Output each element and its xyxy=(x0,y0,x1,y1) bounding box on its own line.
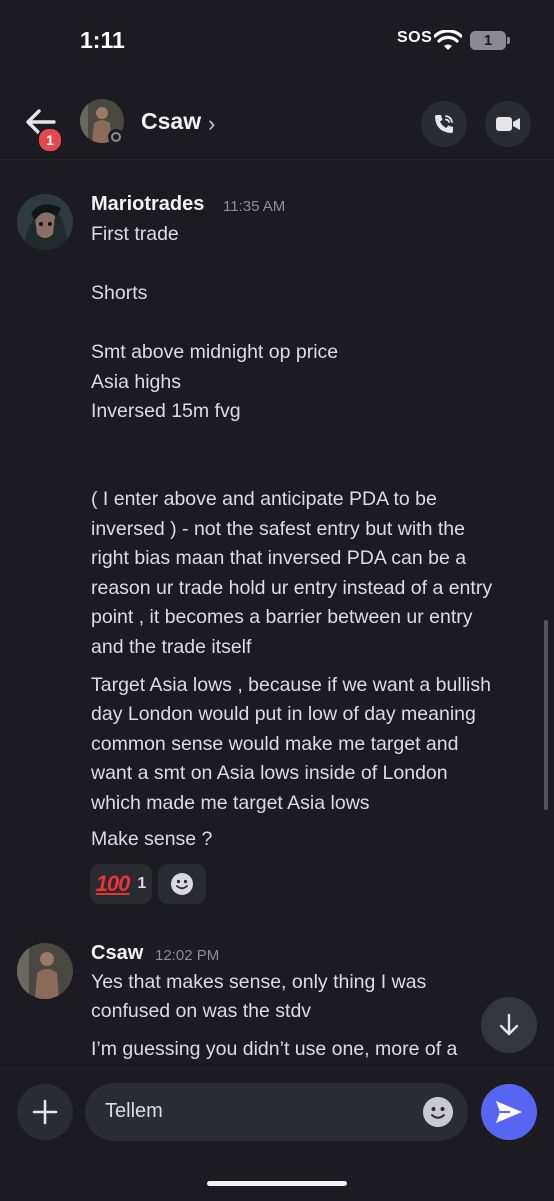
message-line: Smt above midnight op price xyxy=(91,341,339,363)
avatar-image xyxy=(17,194,73,250)
chat-header: 1 Csaw › xyxy=(0,95,554,155)
message-line: right bias maan that inversed PDA can be… xyxy=(91,547,467,569)
sos-indicator: SOS xyxy=(397,29,433,46)
avatar-image xyxy=(17,943,73,999)
home-indicator xyxy=(207,1181,347,1186)
battery-nub xyxy=(507,37,510,44)
message-line: inversed ) - not the safest entry but wi… xyxy=(91,518,465,540)
battery-icon: 1 xyxy=(470,31,506,50)
message-line: Inversed 15m fvg xyxy=(91,400,241,422)
send-icon xyxy=(496,1101,522,1123)
message-line: want a smt on Asia lows inside of London xyxy=(91,762,448,784)
message-line: confused on was the stdv xyxy=(91,1000,312,1022)
smiley-icon xyxy=(171,873,193,895)
message-line: Yes that makes sense, only thing I was xyxy=(91,971,427,993)
wifi-icon xyxy=(434,30,462,50)
message-author[interactable]: Mariotrades xyxy=(91,193,204,216)
channel-name[interactable]: Csaw xyxy=(141,108,201,135)
message-line: which made me target Asia lows xyxy=(91,792,370,814)
message-line: common sense would make me target and xyxy=(91,733,459,755)
message-line: First trade xyxy=(91,223,179,245)
video-camera-icon xyxy=(496,117,520,131)
message-line: and the trade itself xyxy=(91,636,252,658)
plus-icon xyxy=(32,1099,58,1125)
status-bar: 1:11 SOS 1 xyxy=(0,0,554,80)
send-button[interactable] xyxy=(481,1084,537,1140)
emoji-picker-icon[interactable] xyxy=(423,1097,453,1127)
message-author[interactable]: Csaw xyxy=(91,942,143,965)
add-reaction-button[interactable] xyxy=(158,864,206,904)
message-line: ( I enter above and anticipate PDA to be xyxy=(91,488,437,510)
hundred-points-icon: 100 xyxy=(95,871,131,896)
avatar[interactable] xyxy=(17,943,73,999)
message-input[interactable]: Tellem xyxy=(85,1083,468,1141)
battery-level: 1 xyxy=(483,32,493,49)
status-indicator xyxy=(108,129,124,145)
unread-badge: 1 xyxy=(37,127,63,153)
clock: 1:11 xyxy=(80,27,125,53)
message-timestamp: 12:02 PM xyxy=(155,947,220,964)
add-attachment-button[interactable] xyxy=(17,1084,73,1140)
message-line: reason ur trade hold ur entry instead of… xyxy=(91,577,493,599)
message-line: day London would put in low of day meani… xyxy=(91,703,476,725)
avatar[interactable] xyxy=(17,194,73,250)
message-line: Target Asia lows , because if we want a … xyxy=(91,674,491,696)
message-line: point , it becomes a barrier between ur … xyxy=(91,606,473,628)
video-call-button[interactable] xyxy=(485,101,531,147)
arrow-down-icon xyxy=(499,1013,519,1036)
reaction-count: 1 xyxy=(137,875,147,892)
message-timestamp: 11:35 AM xyxy=(223,198,286,215)
chevron-right-icon[interactable]: › xyxy=(208,111,215,137)
message-line: Make sense ? xyxy=(91,828,213,850)
message-line: I’m guessing you didn’t use one, more of… xyxy=(91,1038,458,1060)
message-line: Shorts xyxy=(91,282,148,304)
message-input-text[interactable]: Tellem xyxy=(105,1100,163,1123)
phone-icon xyxy=(435,115,453,133)
scrollbar[interactable] xyxy=(544,620,548,810)
reaction-pill[interactable]: 100 1 xyxy=(90,864,152,904)
message-line: Asia highs xyxy=(91,371,181,393)
call-button[interactable] xyxy=(421,101,467,147)
header-divider xyxy=(0,159,554,160)
jump-to-latest-button[interactable] xyxy=(481,997,537,1053)
